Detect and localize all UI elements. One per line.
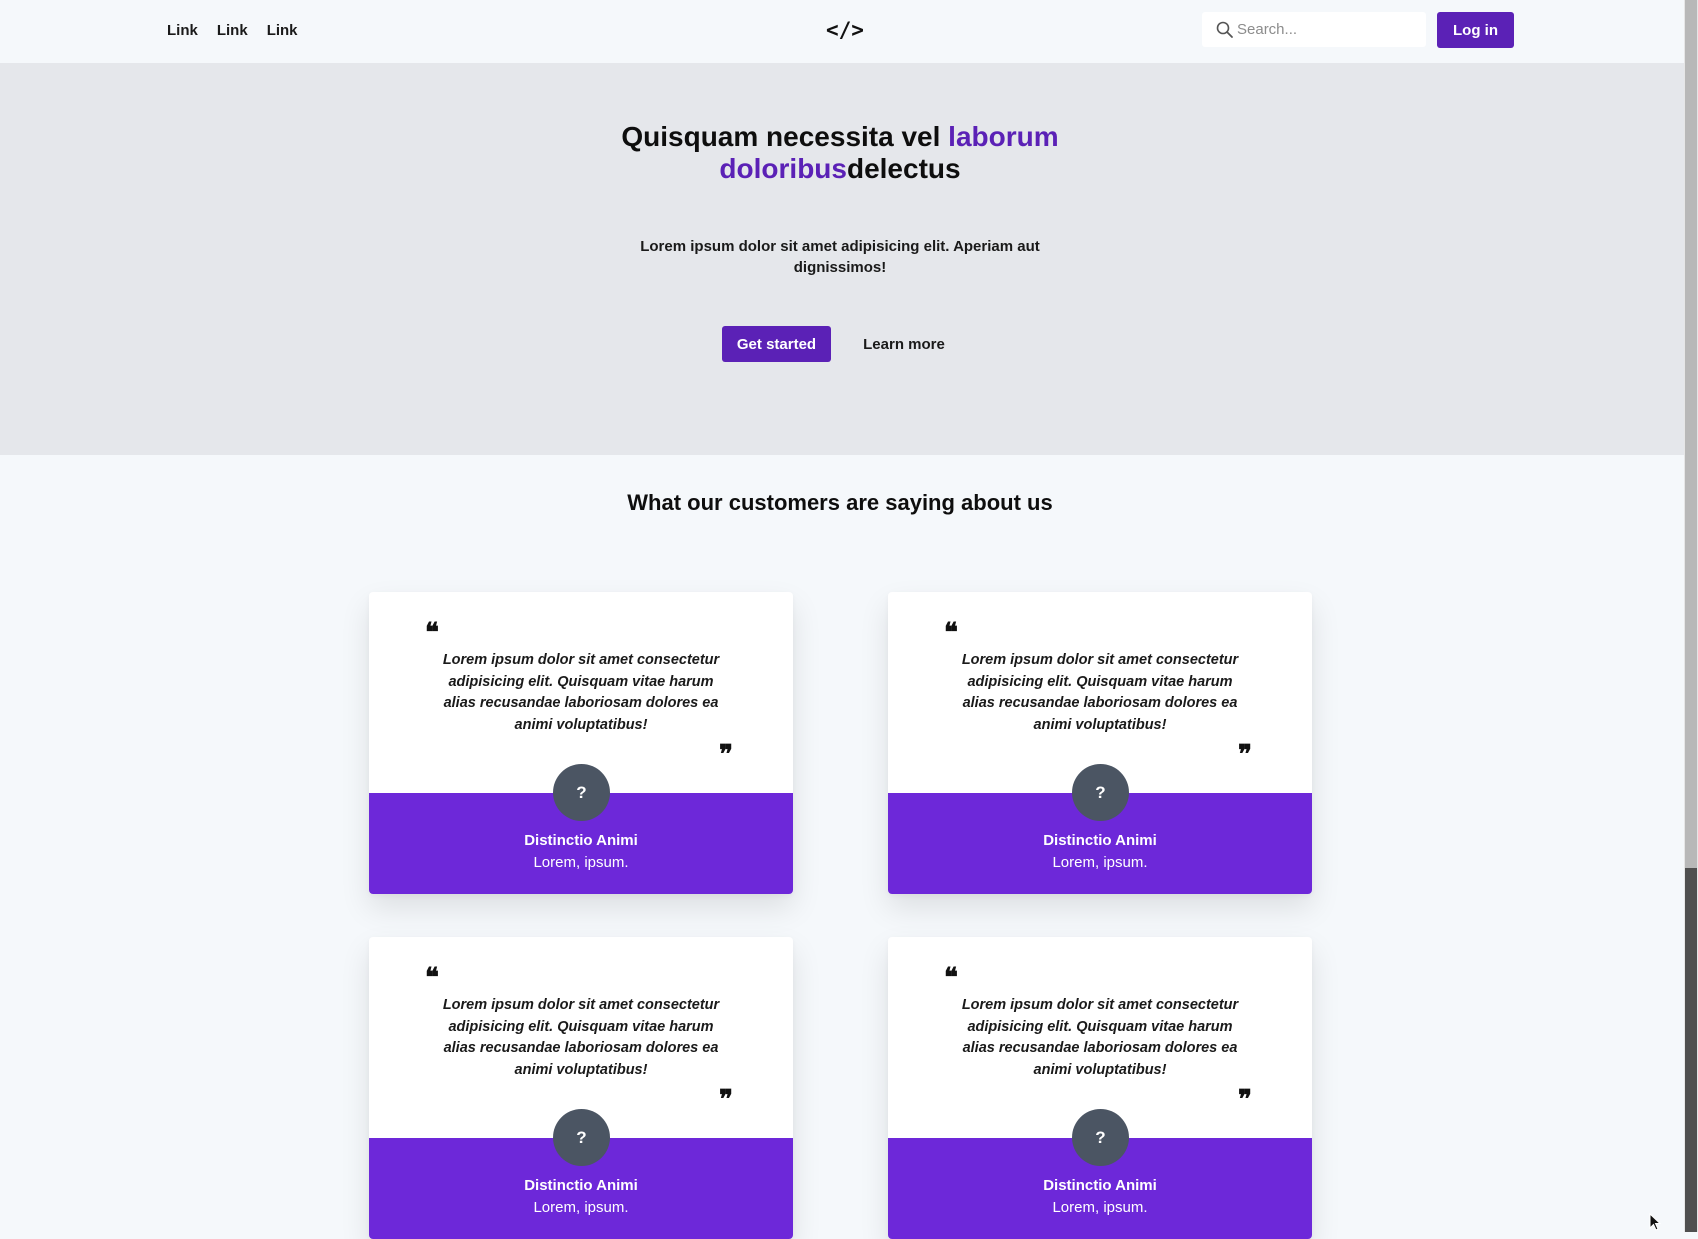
scrollbar-thumb[interactable] — [1685, 868, 1697, 1232]
hero-title-part1: Quisquam necessita vel — [621, 121, 949, 152]
testimonial-role: Lorem, ipsum. — [533, 854, 629, 871]
testimonial-name: Distinctio Animi — [1043, 832, 1157, 849]
nav-link-1[interactable]: Link — [167, 22, 198, 39]
login-button[interactable]: Log in — [1437, 12, 1514, 48]
mouse-pointer-icon — [1649, 1213, 1661, 1231]
quote-open-icon: ❝ — [425, 618, 439, 648]
avatar: ? — [1072, 1109, 1129, 1166]
quote-open-icon: ❝ — [425, 963, 439, 993]
hero-title: Quisquam necessita vel laborum doloribusd… — [620, 121, 1060, 185]
testimonial-name: Distinctio Animi — [524, 832, 638, 849]
hero-title-highlight2: doloribus — [719, 153, 847, 184]
hero-title-part2: delectus — [846, 153, 961, 184]
avatar: ? — [553, 1109, 610, 1166]
nav-links: Link Link Link — [167, 22, 298, 39]
testimonial-name: Distinctio Animi — [1043, 1177, 1157, 1194]
hero-title-highlight1: laborum — [948, 121, 1059, 152]
testimonial-role: Lorem, ipsum. — [1052, 1199, 1148, 1216]
testimonial-card: ❝ Lorem ipsum dolor sit amet consectetur… — [888, 592, 1312, 894]
testimonial-card: ❝ Lorem ipsum dolor sit amet consectetur… — [369, 592, 793, 894]
learn-more-button[interactable]: Learn more — [854, 326, 954, 362]
testimonial-quote: Lorem ipsum dolor sit amet consectetur a… — [961, 652, 1239, 733]
avatar: ? — [553, 764, 610, 821]
quote-open-icon: ❝ — [944, 963, 958, 993]
nav-link-3[interactable]: Link — [267, 22, 298, 39]
search-input[interactable] — [1235, 14, 1417, 45]
testimonial-role: Lorem, ipsum. — [1052, 854, 1148, 871]
hero-subtitle: Lorem ipsum dolor sit amet adipisicing e… — [640, 238, 1040, 276]
testimonials-heading: What our customers are saying about us — [627, 490, 1053, 515]
scrollbar-track[interactable] — [1684, 0, 1698, 1232]
quote-open-icon: ❝ — [944, 618, 958, 648]
testimonial-quote: Lorem ipsum dolor sit amet consectetur a… — [961, 997, 1239, 1078]
code-logo-icon[interactable]: </> — [826, 15, 864, 45]
quote-close-icon: ❞ — [1238, 1085, 1252, 1115]
navbar: Link Link Link </> Log in — [0, 0, 1684, 63]
hero-section: Quisquam necessita vel laborum doloribusd… — [0, 63, 1684, 455]
scrollbar-upper[interactable] — [1685, 0, 1697, 868]
nav-link-2[interactable]: Link — [217, 22, 248, 39]
testimonial-quote: Lorem ipsum dolor sit amet consectetur a… — [442, 997, 720, 1078]
search-icon — [1216, 21, 1233, 38]
quote-close-icon: ❞ — [719, 740, 733, 770]
avatar: ? — [1072, 764, 1129, 821]
testimonial-role: Lorem, ipsum. — [533, 1199, 629, 1216]
testimonial-card: ❝ Lorem ipsum dolor sit amet consectetur… — [369, 937, 793, 1239]
quote-close-icon: ❞ — [719, 1085, 733, 1115]
search-box[interactable] — [1202, 12, 1426, 47]
testimonial-card: ❝ Lorem ipsum dolor sit amet consectetur… — [888, 937, 1312, 1239]
testimonial-name: Distinctio Animi — [524, 1177, 638, 1194]
testimonial-quote: Lorem ipsum dolor sit amet consectetur a… — [442, 652, 720, 733]
get-started-button[interactable]: Get started — [722, 326, 831, 362]
quote-close-icon: ❞ — [1238, 740, 1252, 770]
